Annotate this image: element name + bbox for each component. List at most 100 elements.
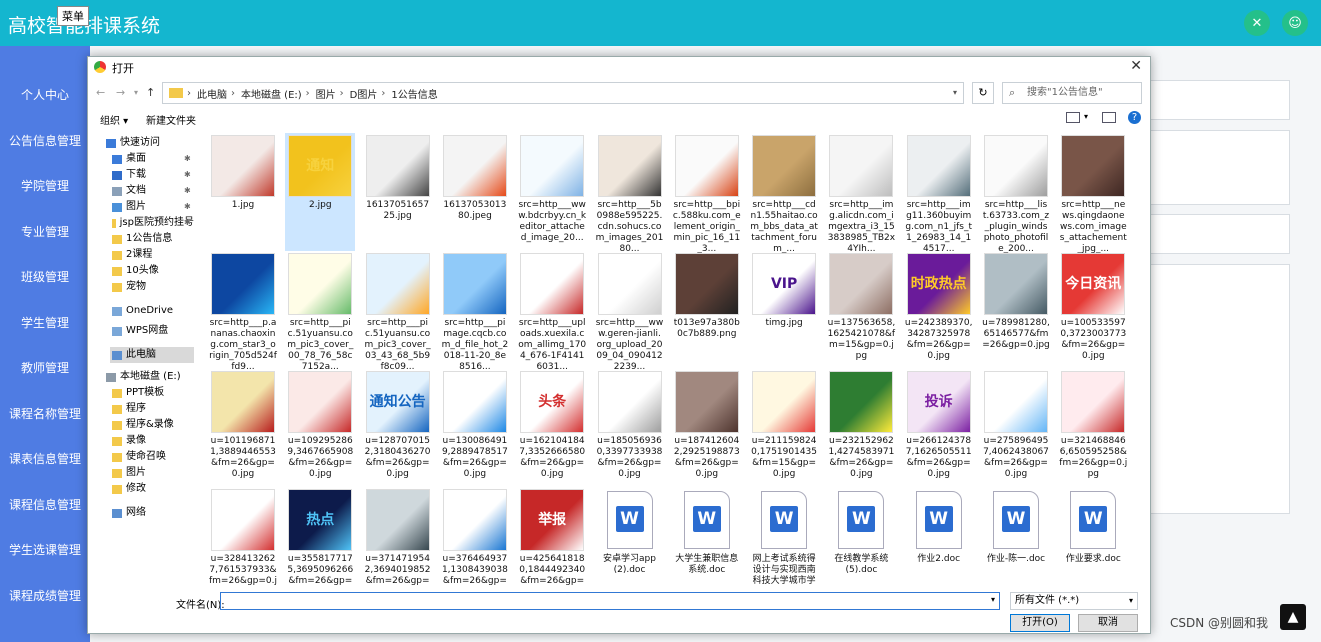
file-item[interactable]: 通知 2.jpg bbox=[285, 133, 356, 251]
cancel-button[interactable]: 取消 bbox=[1078, 614, 1138, 632]
file-item[interactable]: src=http___news.qingdaonews.com_images_a… bbox=[1058, 133, 1128, 254]
file-item[interactable]: 安卓学习app(2).doc bbox=[595, 487, 665, 585]
chevron-down-icon[interactable]: ▾ bbox=[953, 88, 957, 97]
scroll-top-icon[interactable]: ▲ bbox=[1280, 604, 1306, 630]
file-item[interactable]: 举报 u=4256418180,1844492340&fm=26&gp=0.jpg bbox=[517, 487, 587, 585]
tree-item[interactable]: 此电脑 bbox=[110, 347, 194, 363]
file-item[interactable]: u=3764649371,1308439038&fm=26&gp=0.jpg bbox=[440, 487, 510, 585]
tree-item[interactable]: 程序 bbox=[110, 401, 194, 417]
file-item[interactable]: u=3284132627,761537933&fm=26&gp=0.jpg bbox=[208, 487, 278, 585]
file-item[interactable]: 通知公告 u=1287070152,3180436270&fm=26&gp=0.j… bbox=[363, 369, 433, 487]
file-item[interactable]: u=2111598240,1751901435&fm=15&gp=0.jpg bbox=[749, 369, 819, 487]
menu-button[interactable]: 菜单 bbox=[57, 6, 89, 26]
file-item[interactable]: src=http___pic.51yuansu.com_pic3_cover_0… bbox=[285, 251, 355, 372]
sidebar-item[interactable]: 课程名称管理 bbox=[0, 405, 90, 422]
file-item[interactable]: 时政热点 u=242389370,34287325978&fm=26&gp=0.j… bbox=[904, 251, 974, 369]
file-item[interactable]: 今日资讯 u=1005335970,3723003773&fm=26&gp=0.j… bbox=[1058, 251, 1128, 369]
tree-item[interactable]: 图片 bbox=[110, 465, 194, 481]
file-item[interactable]: 热点 u=3558177175,3695096266&fm=26&gp=0.jpg bbox=[285, 487, 355, 585]
tree-item[interactable]: OneDrive bbox=[110, 303, 194, 319]
file-item[interactable]: u=1850569360,3397733938&fm=26&gp=0.jpg bbox=[595, 369, 665, 487]
tree-item[interactable]: 快速访问 bbox=[104, 135, 194, 151]
sidebar-item[interactable]: 教师管理 bbox=[0, 359, 90, 376]
tree-item[interactable]: 图片 ✱ bbox=[110, 199, 194, 215]
tree-item[interactable]: 程序&录像 bbox=[110, 417, 194, 433]
sidebar-item[interactable]: 学院管理 bbox=[0, 177, 90, 194]
file-item[interactable]: 头条 u=1621041847,3352666580&fm=26&gp=0.jpg bbox=[517, 369, 587, 487]
tree-item[interactable]: 1公告信息 bbox=[110, 231, 194, 247]
sidebar-item[interactable]: 课程信息管理 bbox=[0, 496, 90, 513]
sidebar-item[interactable]: 课表信息管理 bbox=[0, 450, 90, 467]
sidebar-item[interactable]: 课程成绩管理 bbox=[0, 587, 90, 604]
refresh-icon[interactable]: ↻ bbox=[972, 82, 994, 104]
file-item[interactable]: t013e97a380b0c7b889.png bbox=[672, 251, 742, 369]
close-icon[interactable]: ✕ bbox=[1130, 58, 1142, 74]
file-item[interactable]: src=http___pic.51yuansu.com_pic3_cover_0… bbox=[363, 251, 433, 372]
view-options-icon[interactable] bbox=[1066, 112, 1080, 123]
sidebar-item[interactable]: 学生管理 bbox=[0, 314, 90, 331]
tree-item[interactable]: 10头像 bbox=[110, 263, 194, 279]
file-item[interactable]: u=1011968711,3889446553&fm=26&gp=0.jpg bbox=[208, 369, 278, 487]
sidebar-item[interactable]: 学生选课管理 bbox=[0, 541, 90, 558]
tree-item[interactable]: 录像 bbox=[110, 433, 194, 449]
file-item[interactable]: 投诉 u=2661243787,1626505511&fm=26&gp=0.jpg bbox=[904, 369, 974, 487]
file-item[interactable]: src=http___img.alicdn.com_imgextra_i3_15… bbox=[826, 133, 896, 254]
back-arrow-icon[interactable]: ← bbox=[96, 86, 105, 99]
file-item[interactable]: u=789981280,65146577&fm=26&gp=0.jpg bbox=[981, 251, 1051, 369]
file-item[interactable]: u=137563658,1625421078&fm=15&gp=0.jpg bbox=[826, 251, 896, 369]
file-item[interactable]: src=http___5b0988e595225.cdn.sohucs.com_… bbox=[595, 133, 665, 254]
chevron-down-icon[interactable]: ▾ bbox=[134, 88, 138, 97]
file-item[interactable]: 1613705165725.jpg bbox=[363, 133, 433, 251]
breadcrumb-item[interactable]: D图片 bbox=[350, 86, 378, 101]
file-item[interactable]: 作业2.doc bbox=[904, 487, 974, 585]
file-item[interactable]: u=3214688466,650595258&fm=26&gp=0.jpg bbox=[1058, 369, 1128, 487]
tree-item[interactable]: WPS网盘 bbox=[110, 323, 194, 339]
tree-item[interactable]: 宠物 bbox=[110, 279, 194, 295]
file-item[interactable]: src=http___www.geren-jianli.org_upload_2… bbox=[595, 251, 665, 372]
up-arrow-icon[interactable]: ↑ bbox=[146, 86, 155, 99]
search-box[interactable]: ⌕ 搜索"1公告信息" bbox=[1002, 82, 1142, 104]
sidebar-item[interactable]: 班级管理 bbox=[0, 268, 90, 285]
tree-item[interactable]: PPT模板 bbox=[110, 385, 194, 401]
tree-item[interactable]: 下载 ✱ bbox=[110, 167, 194, 183]
new-folder-button[interactable]: 新建文件夹 bbox=[146, 112, 196, 127]
file-item[interactable]: src=http___www.bdcrbyy.cn_keditor_attach… bbox=[517, 133, 587, 251]
filename-input[interactable]: ▾ bbox=[220, 592, 1000, 610]
file-item[interactable]: src=http___pimage.cqcb.com_d_file_hot_20… bbox=[440, 251, 510, 372]
forward-arrow-icon[interactable]: → bbox=[116, 86, 125, 99]
file-item[interactable]: 在线教学系统(5).doc bbox=[826, 487, 896, 585]
file-item[interactable]: VIP timg.jpg bbox=[749, 251, 819, 369]
file-item[interactable]: src=http___img11.360buyimg.com_n1_jfs_t1… bbox=[904, 133, 974, 254]
tree-item[interactable]: 文档 ✱ bbox=[110, 183, 194, 199]
breadcrumb-item[interactable]: 本地磁盘 (E:) bbox=[241, 86, 302, 101]
filetype-select[interactable]: 所有文件 (*.*) ▾ bbox=[1010, 592, 1138, 610]
file-item[interactable]: 大学生兼职信息系统.doc bbox=[672, 487, 742, 585]
file-item[interactable]: src=http___bpic.588ku.com_element_origin… bbox=[672, 133, 742, 254]
help-icon[interactable]: ? bbox=[1128, 111, 1141, 124]
file-item[interactable]: u=1092952869,3467665908&fm=26&gp=0.jpg bbox=[285, 369, 355, 487]
breadcrumb-item[interactable]: 此电脑 bbox=[197, 86, 227, 101]
file-item[interactable]: 作业-陈一.doc bbox=[981, 487, 1051, 585]
file-item[interactable]: u=3714719542,3694019852&fm=26&gp=0.jpg bbox=[363, 487, 433, 585]
sidebar-item[interactable]: 个人中心 bbox=[0, 86, 90, 103]
file-item[interactable]: u=1874126042,2925198873&fm=26&gp=0.jpg bbox=[672, 369, 742, 487]
breadcrumb-item[interactable]: 1公告信息 bbox=[391, 86, 437, 101]
fullscreen-icon[interactable]: ✕ bbox=[1244, 10, 1270, 36]
breadcrumb-item[interactable]: 图片 bbox=[316, 86, 336, 101]
file-item[interactable]: u=2758964957,4062438067&fm=26&gp=0.jpg bbox=[981, 369, 1051, 487]
file-item[interactable]: u=1300864919,2889478517&fm=26&gp=0.jpg bbox=[440, 369, 510, 487]
tree-item[interactable]: 桌面 ✱ bbox=[110, 151, 194, 167]
user-icon[interactable]: ☺ bbox=[1282, 10, 1308, 36]
file-item[interactable]: 网上考试系统得设计与实现西南科技大学城市学院 bbox=[749, 487, 819, 585]
tree-item[interactable]: 本地磁盘 (E:) bbox=[104, 369, 194, 385]
file-item[interactable]: 1613705301380.jpeg bbox=[440, 133, 510, 251]
sidebar-item[interactable]: 专业管理 bbox=[0, 223, 90, 240]
open-button[interactable]: 打开(O) bbox=[1010, 614, 1070, 632]
file-item[interactable]: 1.jpg bbox=[208, 133, 278, 251]
chevron-down-icon[interactable]: ▾ bbox=[1084, 112, 1088, 121]
tree-item[interactable]: 网络 bbox=[110, 505, 194, 521]
sidebar-item[interactable]: 公告信息管理 bbox=[0, 132, 90, 149]
tree-item[interactable]: 2课程 bbox=[110, 247, 194, 263]
tree-item[interactable]: 使命召唤 bbox=[110, 449, 194, 465]
file-item[interactable]: src=http___uploads.xuexila.com_allimg_17… bbox=[517, 251, 587, 372]
